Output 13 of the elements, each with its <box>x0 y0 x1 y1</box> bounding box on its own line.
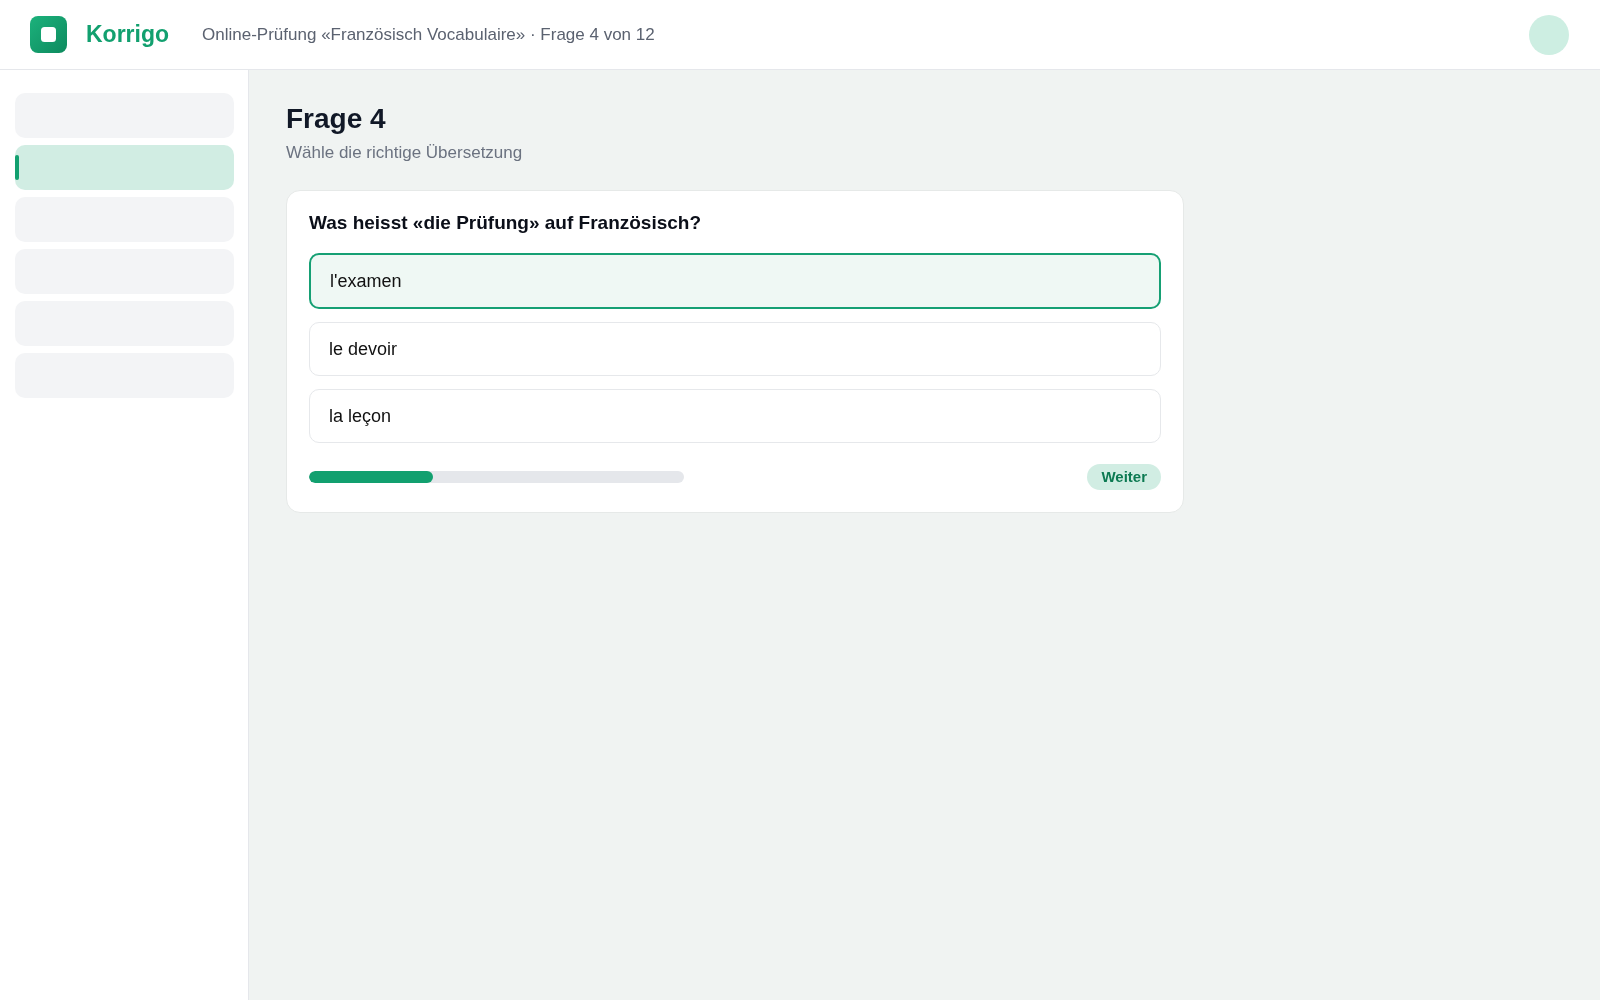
logo-icon <box>30 16 67 53</box>
brand-name: Korrigo <box>86 20 170 50</box>
page-title: Frage 4 <box>286 102 387 136</box>
avatar[interactable] <box>1529 14 1569 55</box>
answer-option[interactable]: le devoir <box>309 322 1161 377</box>
answer-option[interactable]: l'examen <box>309 253 1161 310</box>
selection-marker-icon <box>15 155 19 180</box>
question-text: Was heisst «die Prüfung» auf Französisch? <box>309 211 703 236</box>
answer-option[interactable]: la leçon <box>309 389 1161 444</box>
page-subtitle: Wähle die richtige Übersetzung <box>286 141 524 164</box>
sidebar-item[interactable] <box>15 145 234 190</box>
next-button[interactable]: Weiter <box>1087 464 1161 491</box>
breadcrumb: Online-Prüfung «Französisch Vocabulaire» · Frage 4 von 12 <box>202 23 655 46</box>
